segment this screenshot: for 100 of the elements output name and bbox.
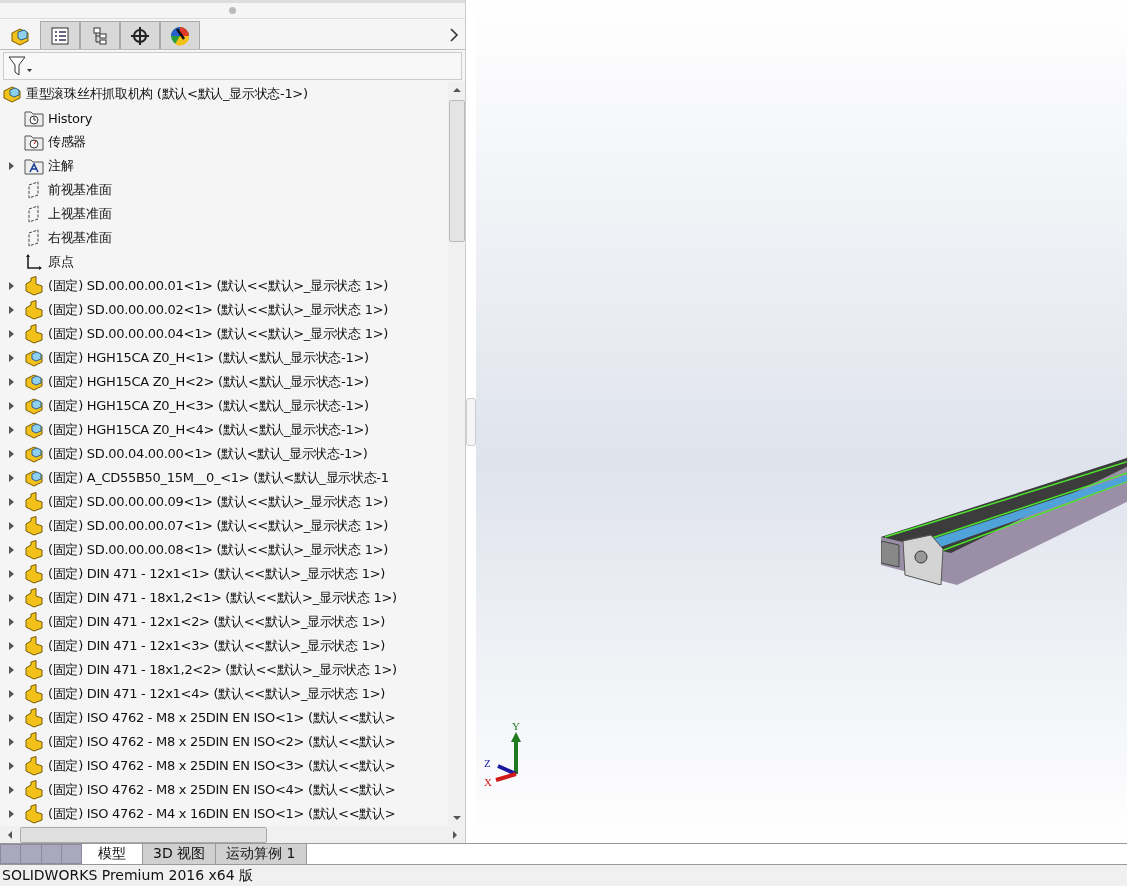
part-icon: [24, 612, 44, 632]
expand-arrow-icon[interactable]: [7, 618, 15, 626]
tree-item[interactable]: 注解: [46, 157, 74, 175]
assembly-icon: [24, 444, 44, 464]
expand-arrow-icon[interactable]: [7, 354, 15, 362]
tree-item[interactable]: (固定) SD.00.00.00.07<1> (默认<<默认>_显示状态 1>): [46, 517, 389, 535]
filter-icon[interactable]: [7, 55, 33, 77]
model-tab[interactable]: 运动算例 1: [216, 844, 307, 864]
assembly-icon: [24, 468, 44, 488]
part-icon: [24, 708, 44, 728]
tree-item[interactable]: (固定) DIN 471 - 18x1,2<1> (默认<<默认>_显示状态 1>): [46, 589, 397, 607]
panel-splitter-handle[interactable]: [466, 397, 476, 446]
tree-item[interactable]: 重型滚珠丝杆抓取机构 (默认<默认_显示状态-1>): [24, 85, 308, 103]
part-icon: [24, 540, 44, 560]
expand-arrow-icon[interactable]: [7, 522, 15, 530]
tree-item[interactable]: (固定) DIN 471 - 18x1,2<2> (默认<<默认>_显示状态 1>): [46, 661, 397, 679]
assembly-icon: [2, 84, 22, 104]
assembly-icon: [24, 348, 44, 368]
expand-arrow-icon[interactable]: [7, 402, 15, 410]
part-icon: [24, 276, 44, 296]
tree-item[interactable]: (固定) SD.00.00.00.01<1> (默认<<默认>_显示状态 1>): [46, 277, 389, 295]
tree-item[interactable]: (固定) HGH15CA Z0_H<4> (默认<默认_显示状态-1>): [46, 421, 369, 439]
tree-item[interactable]: 右视基准面: [46, 229, 112, 247]
tree-item[interactable]: (固定) DIN 471 - 12x1<1> (默认<<默认>_显示状态 1>): [46, 565, 386, 583]
tree-item[interactable]: (固定) HGH15CA Z0_H<1> (默认<默认_显示状态-1>): [46, 349, 369, 367]
tree-item[interactable]: 传感器: [46, 133, 87, 151]
expand-arrow-icon[interactable]: [7, 282, 15, 290]
part-icon: [24, 732, 44, 752]
scroll-thumb[interactable]: [448, 100, 465, 242]
tree-item[interactable]: 前视基准面: [46, 181, 112, 199]
plane-icon: [26, 229, 42, 247]
panel-tab[interactable]: [160, 21, 200, 49]
tree-item[interactable]: (固定) ISO 4762 - M8 x 25DIN EN ISO<4> (默认<<默认>: [46, 781, 396, 799]
expand-arrow-icon[interactable]: [7, 738, 15, 746]
scroll-up-icon[interactable]: [451, 86, 462, 94]
status-text: SOLIDWORKS Premium 2016 x64 版: [2, 866, 254, 885]
assembly-icon: [24, 372, 44, 392]
tree-item[interactable]: (固定) ISO 4762 - M4 x 16DIN EN ISO<1> (默认<<默认>: [46, 805, 396, 823]
scroll-left-icon[interactable]: [6, 829, 14, 840]
part-icon: [24, 756, 44, 776]
expand-arrow-icon[interactable]: [7, 570, 15, 578]
expand-arrow-icon[interactable]: [7, 786, 15, 794]
scroll-right-icon[interactable]: [451, 829, 459, 840]
expand-arrow-icon[interactable]: [7, 426, 15, 434]
panel-tab[interactable]: [120, 21, 160, 49]
expand-arrow-icon[interactable]: [7, 330, 15, 338]
part-icon: [24, 516, 44, 536]
expand-arrow-icon[interactable]: [7, 474, 15, 482]
part-icon: [24, 660, 44, 680]
origin-icon: [25, 253, 43, 271]
tree-item[interactable]: (固定) DIN 471 - 12x1<2> (默认<<默认>_显示状态 1>): [46, 613, 386, 631]
tree-item[interactable]: (固定) ISO 4762 - M8 x 25DIN EN ISO<3> (默认<<默认>: [46, 757, 396, 775]
expand-arrow-icon[interactable]: [7, 594, 15, 602]
tree-item[interactable]: (固定) ISO 4762 - M8 x 25DIN EN ISO<2> (默认<<默认>: [46, 733, 396, 751]
scroll-down-icon[interactable]: [451, 814, 462, 822]
annotation-folder-icon: [24, 157, 44, 175]
tree-item[interactable]: (固定) SD.00.04.00.00<1> (默认<默认_显示状态-1>): [46, 445, 368, 463]
tree-item[interactable]: History: [46, 110, 93, 126]
tree-item[interactable]: (固定) HGH15CA Z0_H<3> (默认<默认_显示状态-1>): [46, 397, 369, 415]
grip-handle[interactable]: [229, 7, 236, 14]
part-icon: [24, 564, 44, 584]
expand-arrow-icon[interactable]: [7, 546, 15, 554]
scroll-thumb[interactable]: [20, 826, 267, 843]
expand-arrow-icon[interactable]: [7, 642, 15, 650]
part-icon: [24, 684, 44, 704]
panel-tab[interactable]: [40, 21, 80, 49]
part-icon: [24, 636, 44, 656]
expand-arrow-icon[interactable]: [7, 762, 15, 770]
expand-arrow-icon[interactable]: [7, 690, 15, 698]
expand-arrow-icon[interactable]: [7, 378, 15, 386]
tree-item[interactable]: (固定) A_CD55B50_15M__0_<1> (默认<默认_显示状态-1: [46, 469, 389, 487]
model-tab[interactable]: 3D 视图: [143, 844, 217, 864]
assembly-icon: [24, 420, 44, 440]
expand-arrow-icon[interactable]: [7, 666, 15, 674]
tree-item[interactable]: (固定) SD.00.00.00.08<1> (默认<<默认>_显示状态 1>): [46, 541, 389, 559]
history-folder-icon: [24, 109, 44, 127]
expand-arrow-icon[interactable]: [7, 810, 15, 818]
color-ball-icon: [169, 24, 191, 47]
assembly-icon: [24, 396, 44, 416]
tree-item[interactable]: (固定) HGH15CA Z0_H<2> (默认<默认_显示状态-1>): [46, 373, 369, 391]
tree-item[interactable]: (固定) SD.00.00.00.02<1> (默认<<默认>_显示状态 1>): [46, 301, 389, 319]
crosshair-icon: [130, 25, 150, 46]
expand-arrow-icon[interactable]: [7, 450, 15, 458]
vertical-scrollbar[interactable]: [448, 82, 465, 826]
list-icon: [50, 25, 70, 46]
expand-arrow-icon[interactable]: [7, 306, 15, 314]
tree-item[interactable]: (固定) SD.00.00.00.04<1> (默认<<默认>_显示状态 1>): [46, 325, 389, 343]
expand-arrow-icon[interactable]: [7, 498, 15, 506]
part-icon: [24, 804, 44, 824]
horizontal-scrollbar[interactable]: [0, 826, 465, 843]
tree-item[interactable]: (固定) ISO 4762 - M8 x 25DIN EN ISO<1> (默认<<默认>: [46, 709, 396, 727]
expand-arrow-icon[interactable]: [7, 162, 15, 170]
part-icon: [24, 780, 44, 800]
tree-item[interactable]: (固定) DIN 471 - 12x1<4> (默认<<默认>_显示状态 1>): [46, 685, 386, 703]
tree-structure-icon: [90, 25, 110, 46]
expand-arrow-icon[interactable]: [7, 714, 15, 722]
tree-item[interactable]: (固定) DIN 471 - 12x1<3> (默认<<默认>_显示状态 1>): [46, 637, 386, 655]
tree-item[interactable]: 上视基准面: [46, 205, 112, 223]
tree-item[interactable]: 原点: [46, 253, 74, 271]
tree-item[interactable]: (固定) SD.00.00.00.09<1> (默认<<默认>_显示状态 1>): [46, 493, 389, 511]
